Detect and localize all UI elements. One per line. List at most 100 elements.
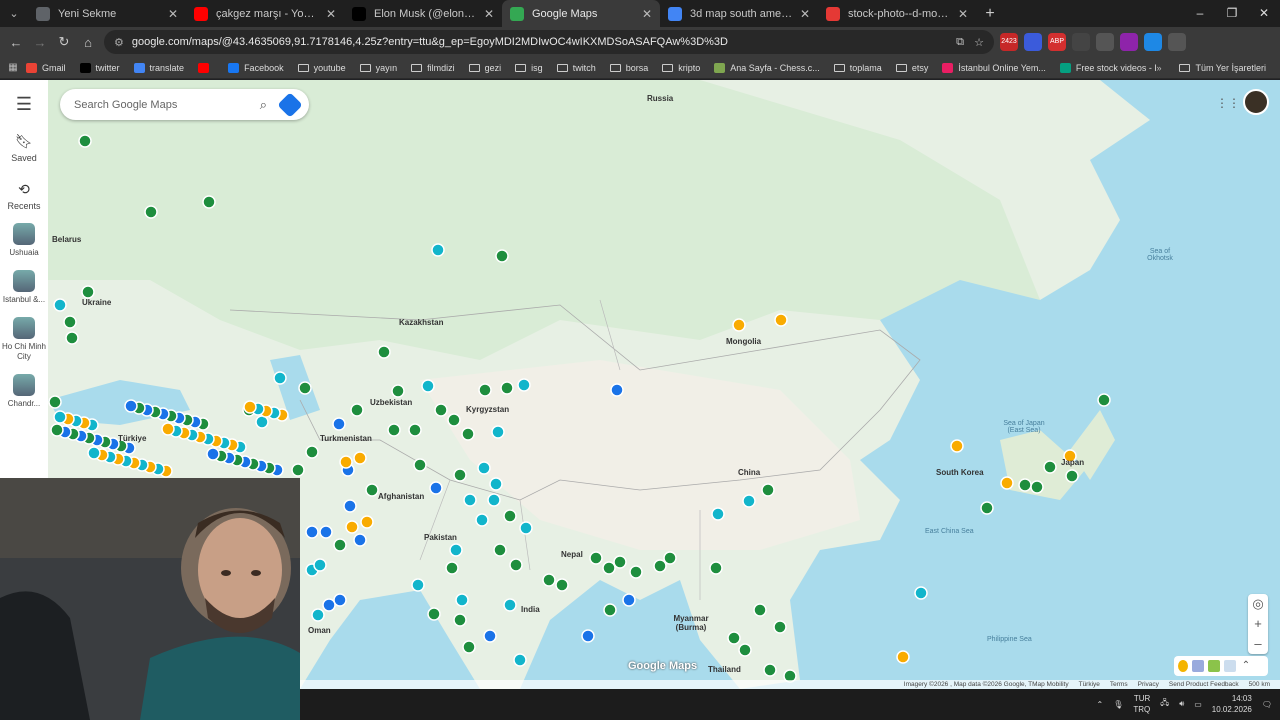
extension-icon[interactable] bbox=[1024, 33, 1042, 51]
tab-search-icon[interactable]: ⌄ bbox=[0, 0, 28, 27]
map-place-marker[interactable] bbox=[503, 598, 517, 612]
bookmark-item[interactable]: isg bbox=[515, 63, 543, 73]
account-avatar[interactable] bbox=[1243, 89, 1269, 115]
map-place-marker[interactable] bbox=[305, 525, 319, 539]
pegman-icon[interactable] bbox=[1178, 660, 1188, 672]
map-place-marker[interactable] bbox=[377, 345, 391, 359]
map-place-marker[interactable] bbox=[495, 249, 509, 263]
tab-close-icon[interactable]: ✕ bbox=[326, 7, 336, 21]
maps-search-box[interactable]: Search Google Maps ⌕ bbox=[60, 89, 309, 120]
map-place-marker[interactable] bbox=[500, 381, 514, 395]
recents-button[interactable]: ⟲ Recents bbox=[7, 181, 40, 211]
map-place-marker[interactable] bbox=[305, 445, 319, 459]
map-place-marker[interactable] bbox=[391, 384, 405, 398]
map-place-marker[interactable] bbox=[773, 620, 787, 634]
map-place-marker[interactable] bbox=[333, 538, 347, 552]
map-place-marker[interactable] bbox=[709, 561, 723, 575]
directions-icon[interactable] bbox=[277, 91, 303, 118]
map-place-marker[interactable] bbox=[333, 593, 347, 607]
tab-close-icon[interactable]: ✕ bbox=[484, 7, 494, 21]
tab-4[interactable]: 3d map south america - Googl ✕ bbox=[660, 0, 818, 27]
bookmark-item[interactable]: Gmail bbox=[26, 62, 66, 73]
my-location-icon[interactable]: ◎ bbox=[1248, 594, 1268, 614]
bookmark-item[interactable]: etsy bbox=[895, 63, 928, 73]
recent-place[interactable]: Istanbul &... bbox=[0, 270, 48, 305]
bookmark-item[interactable]: Ana Sayfa - Chess.c... bbox=[714, 62, 820, 73]
map-place-marker[interactable] bbox=[63, 315, 77, 329]
map-place-marker[interactable] bbox=[503, 509, 517, 523]
map-place-marker[interactable] bbox=[421, 379, 435, 393]
map-place-marker[interactable] bbox=[50, 423, 64, 437]
map-place-marker[interactable] bbox=[711, 507, 725, 521]
map-place-marker[interactable] bbox=[663, 551, 677, 565]
map-place-marker[interactable] bbox=[81, 285, 95, 299]
map-place-marker[interactable] bbox=[273, 371, 287, 385]
map-place-marker[interactable] bbox=[449, 543, 463, 557]
extension-icon[interactable] bbox=[1072, 33, 1090, 51]
map-place-marker[interactable] bbox=[1043, 460, 1057, 474]
map-place-marker[interactable] bbox=[365, 483, 379, 497]
map-place-marker[interactable] bbox=[313, 558, 327, 572]
bookmark-item[interactable]: İstanbul Online Yem... bbox=[942, 62, 1046, 73]
extension-icon[interactable] bbox=[1120, 33, 1138, 51]
map-place-marker[interactable] bbox=[753, 603, 767, 617]
map-place-marker[interactable] bbox=[322, 598, 336, 612]
map-place-marker[interactable] bbox=[350, 403, 364, 417]
map-place-marker[interactable] bbox=[950, 439, 964, 453]
bookmark-item[interactable]: youtube bbox=[297, 63, 346, 73]
bookmark-star-icon[interactable]: ☆ bbox=[974, 36, 984, 49]
map-place-marker[interactable] bbox=[1018, 478, 1032, 492]
map-place-marker[interactable] bbox=[431, 243, 445, 257]
map-place-marker[interactable] bbox=[610, 383, 624, 397]
tray-overflow-icon[interactable]: ⌃ bbox=[1097, 700, 1104, 709]
map-place-marker[interactable] bbox=[463, 493, 477, 507]
map-place-marker[interactable] bbox=[589, 551, 603, 565]
map-place-marker[interactable] bbox=[513, 653, 527, 667]
zoom-in-button[interactable]: + bbox=[1248, 614, 1268, 634]
map-place-marker[interactable] bbox=[1030, 480, 1044, 494]
map-place-marker[interactable] bbox=[896, 650, 910, 664]
more-bookmarks-icon[interactable]: » bbox=[1156, 63, 1161, 73]
map-place-marker[interactable] bbox=[487, 493, 501, 507]
map-place-marker[interactable] bbox=[483, 629, 497, 643]
map-place-marker[interactable] bbox=[387, 423, 401, 437]
map-place-marker[interactable] bbox=[311, 608, 325, 622]
layer-thumb-icon[interactable] bbox=[1192, 660, 1204, 672]
map-place-marker[interactable] bbox=[78, 134, 92, 148]
apps-grid-icon[interactable]: ▦ bbox=[0, 62, 26, 73]
map-place-marker[interactable] bbox=[453, 468, 467, 482]
map-place-marker[interactable] bbox=[48, 395, 62, 409]
map-place-marker[interactable] bbox=[774, 313, 788, 327]
saved-button[interactable]: 🔖︎ Saved bbox=[11, 133, 37, 163]
map-place-marker[interactable] bbox=[291, 463, 305, 477]
map-place-marker[interactable] bbox=[517, 378, 531, 392]
map-place-marker[interactable] bbox=[509, 558, 523, 572]
map-place-marker[interactable] bbox=[343, 499, 357, 513]
map-place-marker[interactable] bbox=[434, 403, 448, 417]
volume-icon[interactable]: 🔊︎ bbox=[1179, 699, 1184, 709]
reload-icon[interactable]: ↻ bbox=[52, 34, 76, 50]
close-icon[interactable]: ✕ bbox=[1248, 0, 1280, 27]
map-place-marker[interactable] bbox=[763, 663, 777, 677]
map-place-marker[interactable] bbox=[298, 381, 312, 395]
map-place-marker[interactable] bbox=[87, 446, 101, 460]
extension-icon[interactable]: ABP bbox=[1048, 33, 1066, 51]
map-place-marker[interactable] bbox=[980, 501, 994, 515]
bookmark-item[interactable]: toplama bbox=[833, 63, 882, 73]
map-place-marker[interactable] bbox=[461, 427, 475, 441]
map-place-marker[interactable] bbox=[602, 561, 616, 575]
recent-place[interactable]: Ushuaia bbox=[0, 223, 48, 258]
bookmark-item[interactable] bbox=[198, 62, 214, 73]
clock[interactable]: 14:03 10.02.2026 bbox=[1212, 693, 1252, 715]
map-place-marker[interactable] bbox=[742, 494, 756, 508]
map-place-marker[interactable] bbox=[427, 607, 441, 621]
footer-item[interactable]: Send Product Feedback bbox=[1169, 681, 1239, 688]
map-place-marker[interactable] bbox=[1000, 476, 1014, 490]
map-place-marker[interactable] bbox=[408, 423, 422, 437]
tab-3[interactable]: Google Maps ✕ bbox=[502, 0, 660, 27]
map-place-marker[interactable] bbox=[429, 481, 443, 495]
footer-item[interactable]: Terms bbox=[1110, 681, 1128, 688]
extension-icon[interactable] bbox=[1096, 33, 1114, 51]
restore-icon[interactable]: ❐ bbox=[1216, 0, 1248, 27]
network-icon[interactable]: 🖧︎ bbox=[1160, 697, 1169, 711]
